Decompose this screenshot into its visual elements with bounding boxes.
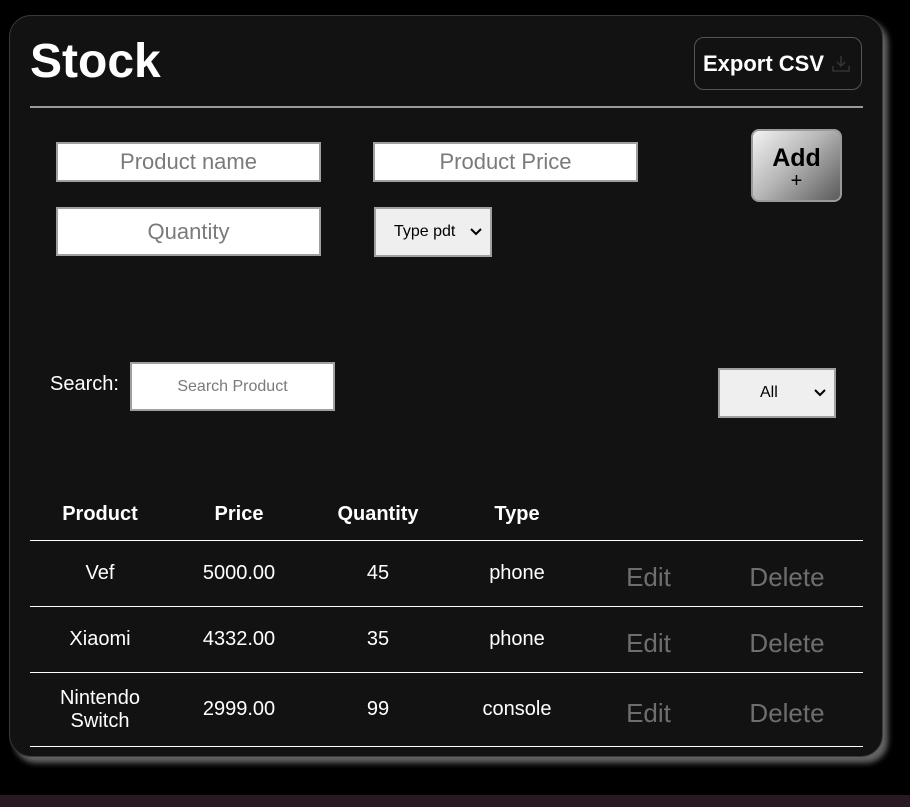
chevron-down-icon (814, 384, 826, 402)
delete-button[interactable]: Delete (749, 628, 824, 659)
product-name-input[interactable] (56, 142, 321, 182)
cell-product: Nintendo Switch (30, 672, 170, 747)
table-header-row: Product Price Quantity Type (30, 488, 863, 541)
table-row: Vef 5000.00 45 phone Edit Delete (30, 540, 863, 607)
quantity-input[interactable] (56, 207, 321, 256)
cell-price: 5000.00 (170, 540, 308, 607)
cell-type: console (448, 672, 586, 747)
cell-quantity: 35 (308, 606, 448, 673)
cell-quantity: 99 (308, 672, 448, 747)
header-delete (711, 488, 863, 541)
type-filter-value: All (760, 384, 778, 401)
background-strip (0, 795, 910, 807)
delete-button[interactable]: Delete (749, 698, 824, 729)
header-price: Price (170, 488, 308, 541)
add-product-button[interactable]: Add + (751, 129, 842, 202)
cell-product: Xiaomi (30, 606, 170, 673)
stock-table: Product Price Quantity Type Vef 5000.00 … (30, 488, 863, 747)
page-title: Stock (30, 35, 161, 88)
header-divider (30, 106, 863, 108)
product-type-select[interactable]: Type pdt (374, 207, 492, 257)
product-type-value: Type pdt (394, 223, 456, 240)
header-quantity: Quantity (308, 488, 448, 541)
cell-type: phone (448, 540, 586, 607)
edit-button[interactable]: Edit (626, 562, 671, 593)
chevron-down-icon (470, 223, 482, 241)
table-row: Nintendo Switch 2999.00 99 console Edit … (30, 672, 863, 747)
search-input[interactable] (130, 362, 335, 411)
header-type: Type (448, 488, 586, 541)
cell-product-text: Nintendo Switch (59, 686, 141, 732)
type-filter-select[interactable]: All (718, 368, 836, 418)
edit-button[interactable]: Edit (626, 628, 671, 659)
product-price-input[interactable] (373, 142, 638, 182)
export-csv-button[interactable]: Export CSV (694, 37, 862, 90)
header-edit (586, 488, 711, 541)
stock-card: Stock Export CSV Type pdt Add + Search: … (9, 15, 883, 757)
download-icon (830, 53, 852, 75)
add-label: Add (772, 144, 821, 172)
edit-button[interactable]: Edit (626, 698, 671, 729)
export-csv-label: Export CSV (703, 50, 825, 76)
cell-price: 2999.00 (170, 672, 308, 747)
plus-icon: + (790, 170, 803, 192)
header-product: Product (30, 488, 170, 541)
cell-quantity: 45 (308, 540, 448, 607)
delete-button[interactable]: Delete (749, 562, 824, 593)
cell-product: Vef (30, 540, 170, 607)
cell-price: 4332.00 (170, 606, 308, 673)
table-row: Xiaomi 4332.00 35 phone Edit Delete (30, 606, 863, 673)
cell-type: phone (448, 606, 586, 673)
search-label: Search: (50, 373, 119, 395)
